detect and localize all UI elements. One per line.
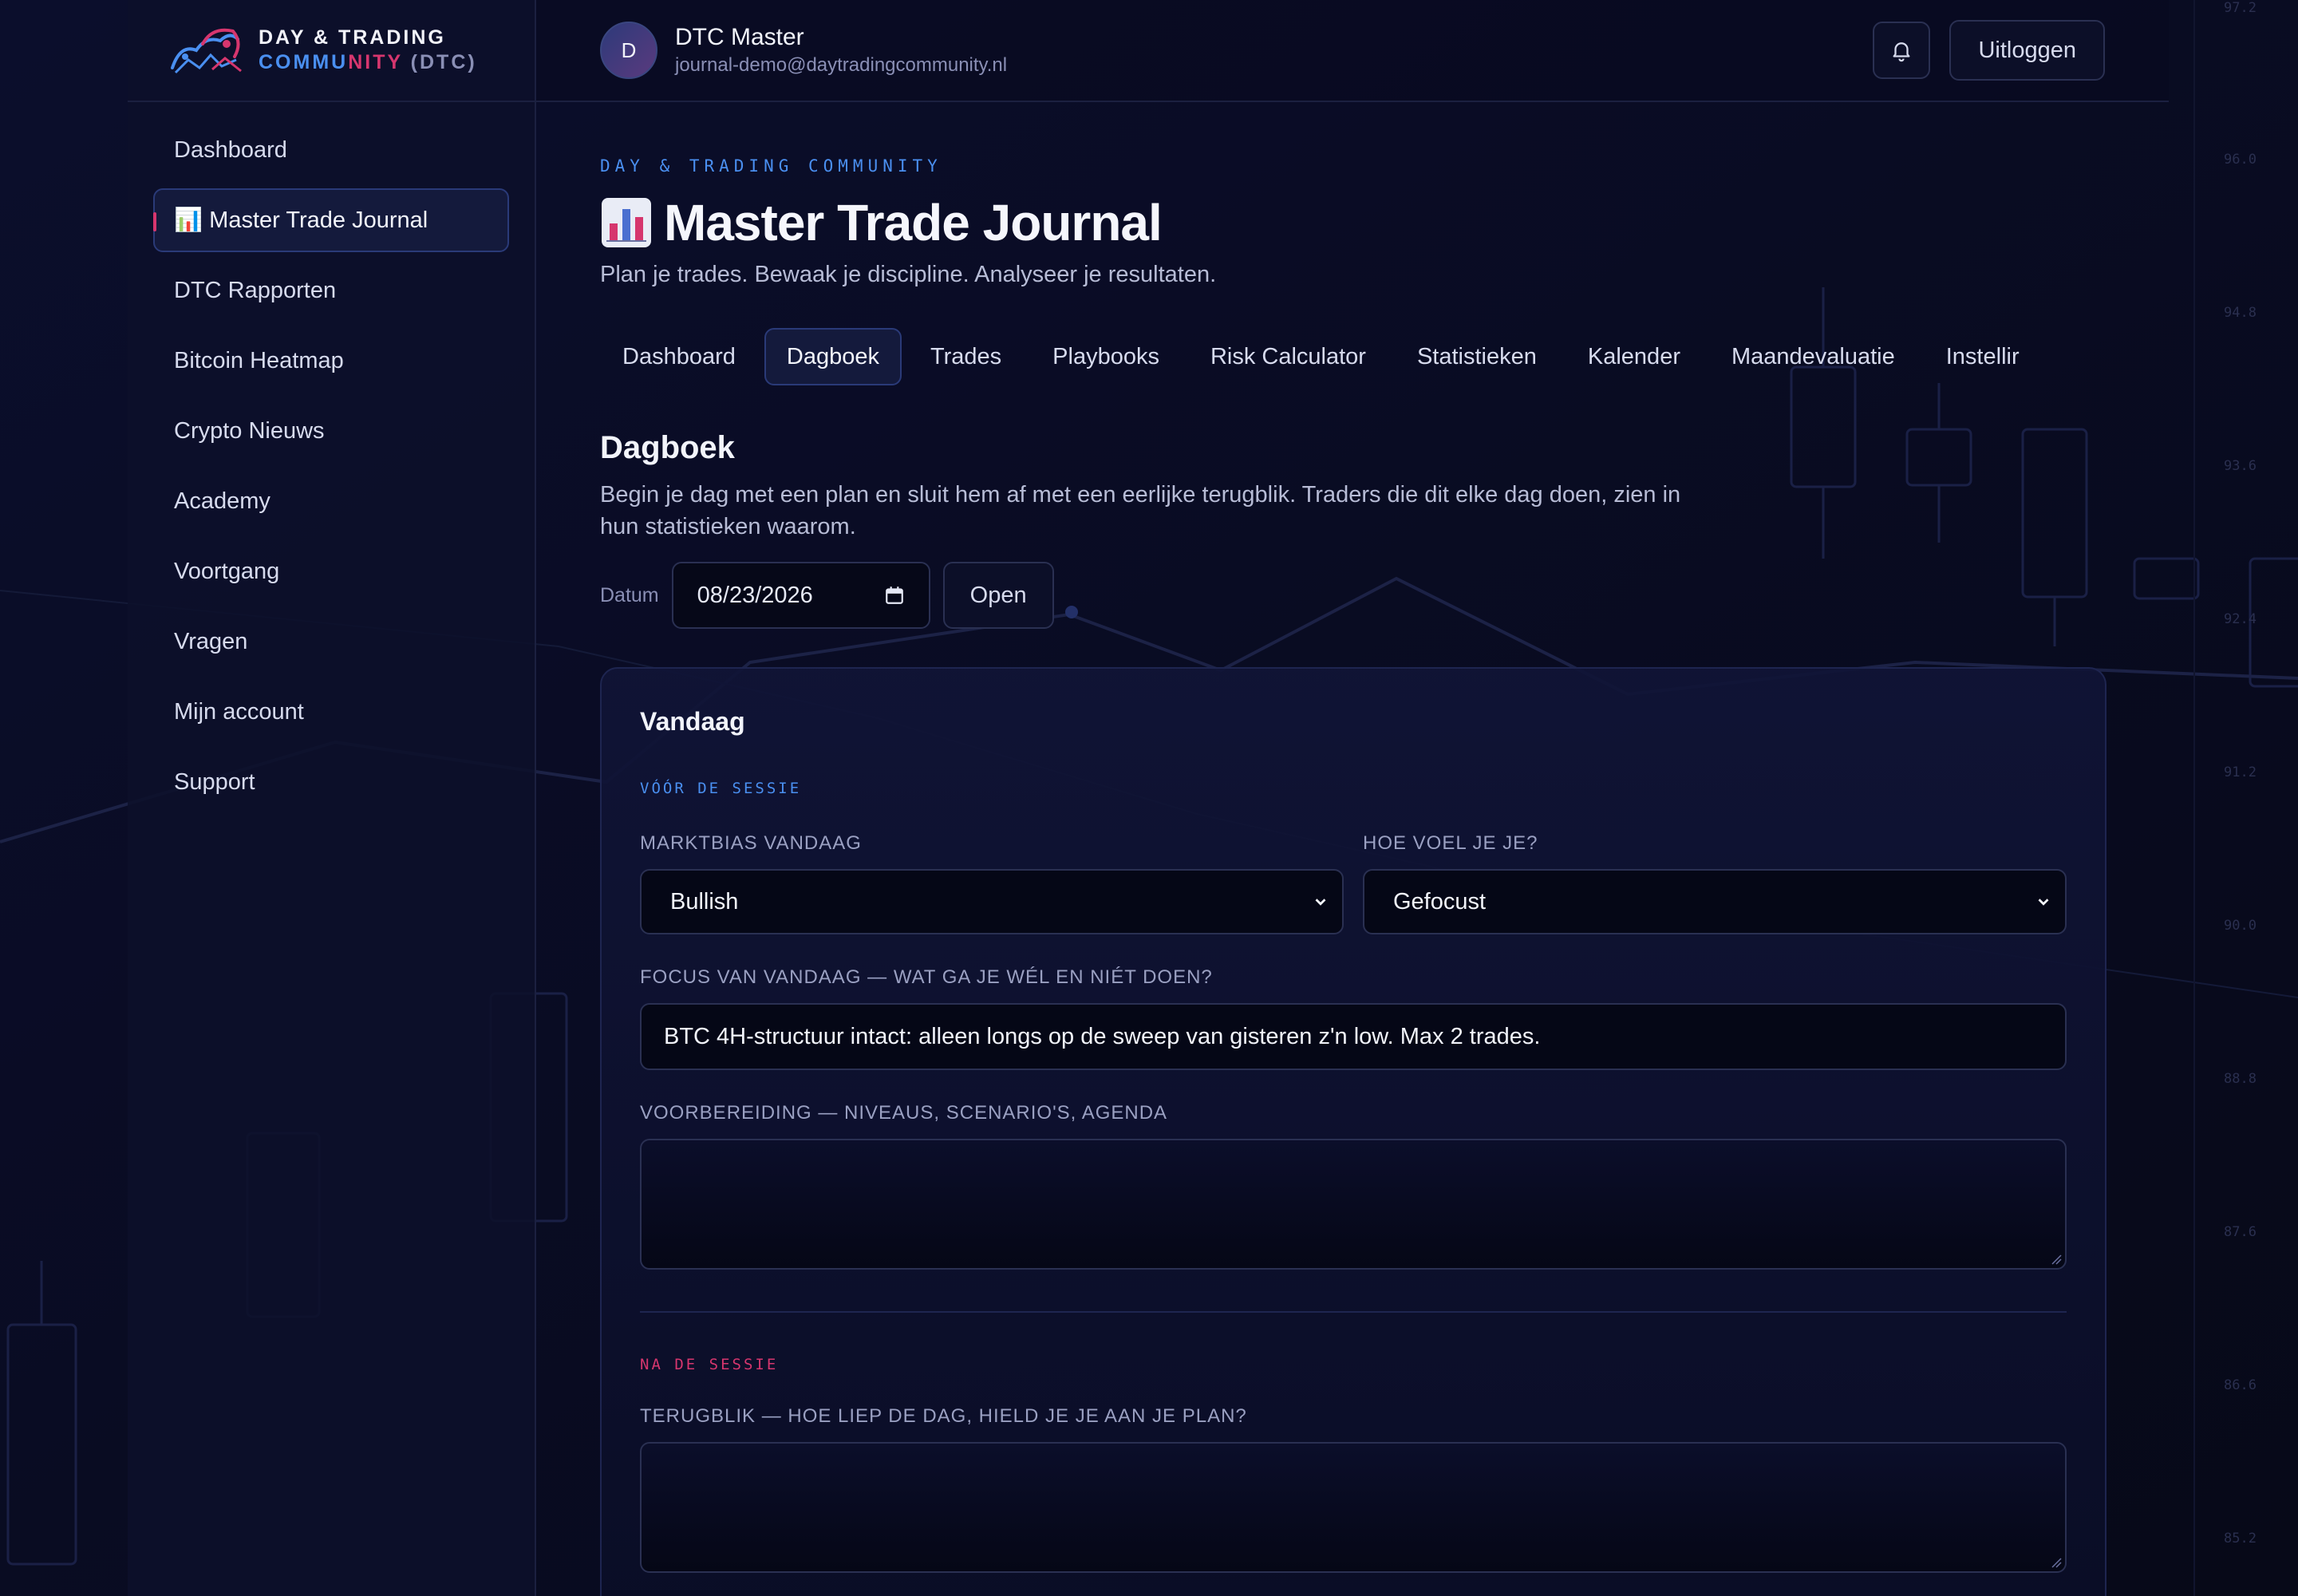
section-title: Dagboek	[600, 430, 735, 465]
user-info: DTC Master journal-demo@daytradingcommun…	[675, 24, 1007, 77]
chevron-down-icon	[1315, 899, 1326, 906]
mood-select[interactable]: Gefocust	[1363, 869, 2067, 934]
prep-field: VOORBEREIDING — NIVEAUS, SCENARIO'S, AGE…	[640, 1102, 2067, 1270]
tab-trades[interactable]: Trades	[908, 328, 1024, 385]
page-title-text: Master Trade Journal	[664, 194, 1163, 251]
bell-icon	[1893, 42, 1910, 62]
calendar-icon[interactable]	[884, 585, 905, 606]
tab-instellingen[interactable]: Instellir	[1924, 328, 2042, 385]
brand-subname-part: COMMU	[259, 51, 349, 73]
date-picker-row: Datum 08/23/2026 Open	[600, 562, 2105, 629]
tab-statistieken[interactable]: Statistieken	[1395, 328, 1559, 385]
sidebar-item-voortgang[interactable]: Voortgang	[153, 539, 509, 603]
bias-field: MARKTBIAS VANDAAG Bullish	[640, 832, 1344, 934]
main-content: D DTC Master journal-demo@daytradingcomm…	[536, 0, 2169, 1596]
logout-button[interactable]: Uitloggen	[1949, 20, 2105, 81]
user-name: DTC Master	[675, 24, 804, 50]
bias-select[interactable]: Bullish	[640, 869, 1344, 934]
resize-handle-icon[interactable]	[2051, 1254, 2062, 1265]
price-axis-label: 85.2	[2224, 1531, 2257, 1547]
bias-label: MARKTBIAS VANDAAG	[640, 832, 862, 854]
prep-label: VOORBEREIDING — NIVEAUS, SCENARIO'S, AGE…	[640, 1102, 1168, 1124]
mood-value: Gefocust	[1393, 888, 1487, 915]
page-eyebrow: DAY & TRADING COMMUNITY	[600, 156, 942, 176]
resize-handle-icon[interactable]	[2051, 1557, 2062, 1568]
sidebar-nav: Dashboard 📊 Master Trade Journal DTC Rap…	[128, 102, 535, 814]
chevron-down-icon	[2038, 899, 2049, 906]
focus-label: FOCUS VAN VANDAAG — WAT GA JE WÉL EN NIÉ…	[640, 966, 1213, 988]
sidebar-item-vragen[interactable]: Vragen	[153, 610, 509, 674]
section-description: Begin je dag met een plan en sluit hem a…	[600, 482, 1681, 539]
sidebar-item-crypto-nieuws[interactable]: Crypto Nieuws	[153, 399, 509, 463]
section-divider	[640, 1311, 2067, 1313]
price-axis-label: 90.0	[2224, 918, 2257, 934]
tab-dashboard[interactable]: Dashboard	[600, 328, 758, 385]
page-subtitle: Plan je trades. Bewaak je discipline. An…	[600, 262, 1217, 287]
bull-bear-logo-icon	[171, 28, 242, 74]
date-label: Datum	[600, 583, 659, 606]
bias-mood-row: MARKTBIAS VANDAAG Bullish HOE VOEL JE JE…	[640, 832, 2067, 934]
page-title: Master Trade Journal	[600, 193, 2105, 252]
journal-page: DAY & TRADING COMMUNITY Master Trade Jou…	[536, 102, 2169, 1596]
sidebar-item-academy[interactable]: Academy	[153, 469, 509, 533]
date-input[interactable]: 08/23/2026	[671, 562, 930, 629]
journal-tabs: Dashboard Dagboek Trades Playbooks Risk …	[600, 328, 2122, 385]
brand-subname: COMMUNITY (DTC)	[259, 51, 477, 74]
bar-chart-icon	[602, 198, 651, 247]
prep-textarea[interactable]	[640, 1139, 2067, 1270]
sidebar-item-dashboard[interactable]: Dashboard	[153, 118, 509, 182]
price-axis-label: 87.6	[2224, 1224, 2257, 1240]
sidebar-item-dtc-rapporten[interactable]: DTC Rapporten	[153, 259, 509, 322]
price-axis-label: 94.8	[2224, 305, 2257, 321]
price-axis-label: 96.0	[2224, 152, 2257, 168]
brand-subname-part: NITY	[348, 51, 403, 73]
brand[interactable]: DAY & TRADING COMMUNITY (DTC)	[128, 0, 535, 102]
focus-field: FOCUS VAN VANDAAG — WAT GA JE WÉL EN NIÉ…	[640, 966, 2067, 1070]
sidebar: DAY & TRADING COMMUNITY (DTC) Dashboard …	[128, 0, 536, 1596]
card-title: Vandaag	[640, 707, 745, 736]
brand-name: DAY & TRADING	[259, 26, 446, 49]
user-email: journal-demo@daytradingcommunity.nl	[675, 54, 1008, 76]
app-shell: DAY & TRADING COMMUNITY (DTC) Dashboard …	[128, 0, 2169, 1596]
sidebar-item-mijn-account[interactable]: Mijn account	[153, 680, 509, 744]
price-axis-label: 93.6	[2224, 458, 2257, 474]
review-label: TERUGBLIK — HOE LIEP DE DAG, HIELD JE JE…	[640, 1405, 1247, 1427]
topbar: D DTC Master journal-demo@daytradingcomm…	[536, 0, 2169, 102]
today-card: Vandaag VÓÓR DE SESSIE MARKTBIAS VANDAAG…	[600, 667, 2106, 1596]
review-field: TERUGBLIK — HOE LIEP DE DAG, HIELD JE JE…	[640, 1405, 2067, 1573]
review-textarea[interactable]	[640, 1442, 2067, 1573]
mood-field: HOE VOEL JE JE? Gefocust	[1363, 832, 2067, 934]
price-axis-label: 97.2	[2224, 0, 2257, 16]
avatar[interactable]: D	[600, 22, 657, 79]
pre-session-label: VÓÓR DE SESSIE	[640, 780, 802, 797]
price-axis-label: 86.6	[2224, 1377, 2257, 1393]
notifications-button[interactable]	[1873, 22, 1931, 79]
open-button[interactable]: Open	[942, 562, 1054, 629]
date-value: 08/23/2026	[697, 582, 813, 608]
tab-maandevaluatie[interactable]: Maandevaluatie	[1709, 328, 1917, 385]
tab-kalender[interactable]: Kalender	[1566, 328, 1703, 385]
tab-playbooks[interactable]: Playbooks	[1030, 328, 1182, 385]
bias-value: Bullish	[670, 888, 739, 915]
mood-label: HOE VOEL JE JE?	[1363, 832, 1538, 854]
brand-subname-part: (DTC)	[402, 51, 477, 73]
price-axis-label: 88.8	[2224, 1071, 2257, 1087]
focus-input[interactable]: BTC 4H-structuur intact: alleen longs op…	[640, 1003, 2067, 1070]
tab-risk-calculator[interactable]: Risk Calculator	[1188, 328, 1388, 385]
top-actions: Uitloggen	[1873, 20, 2105, 81]
sidebar-item-bitcoin-heatmap[interactable]: Bitcoin Heatmap	[153, 329, 509, 393]
tab-dagboek[interactable]: Dagboek	[764, 328, 902, 385]
price-axis-label: 91.2	[2224, 764, 2257, 780]
post-session-label: NA DE SESSIE	[640, 1356, 779, 1373]
sidebar-item-support[interactable]: Support	[153, 750, 509, 814]
sidebar-item-master-trade-journal[interactable]: 📊 Master Trade Journal	[153, 188, 509, 252]
price-axis-label: 92.4	[2224, 611, 2257, 627]
